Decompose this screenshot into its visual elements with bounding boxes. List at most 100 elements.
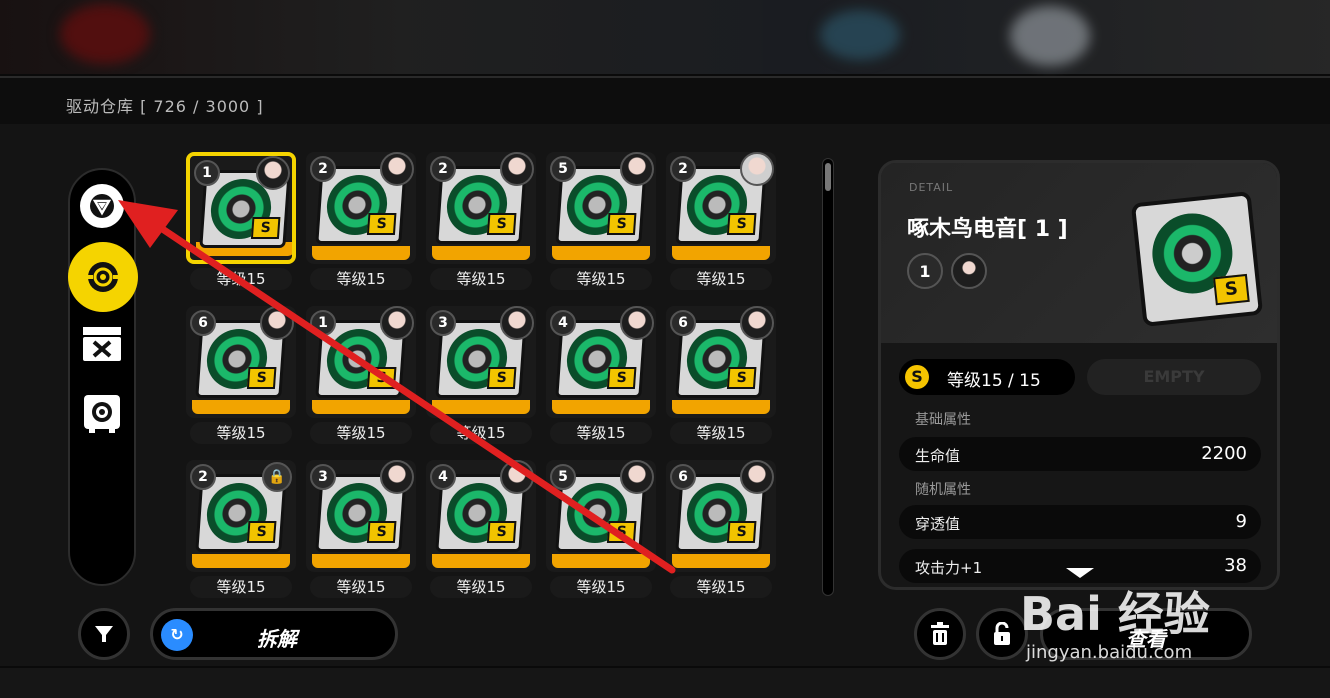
disk-frame: S3 — [306, 460, 416, 572]
drive-disk-card[interactable]: S 3 等级15 — [306, 460, 416, 598]
slot-number-badge: 1 — [310, 310, 336, 336]
disk-level-label: 等级15 — [550, 422, 652, 444]
panel-header: 驱动仓库 [ 726 / 3000 ] — [0, 78, 1330, 124]
drive-disk-card[interactable]: S 2 等级15 — [306, 152, 416, 290]
disk-level-label: 等级15 — [310, 268, 412, 290]
disk-level-label: 等级15 — [310, 422, 412, 444]
agent-avatar — [500, 152, 534, 186]
stat-value: 2200 — [1201, 443, 1247, 464]
drive-disk-card[interactable]: S 1 等级15 — [306, 306, 416, 444]
disk-level-label: 等级15 — [670, 268, 772, 290]
disk-artwork: S — [1130, 191, 1264, 327]
slot-number-badge: 1 — [194, 160, 220, 186]
grid-scrollbar[interactable] — [822, 158, 834, 596]
trash-icon — [931, 622, 949, 645]
rank-tag: S — [246, 367, 277, 389]
equipped-agent-avatar[interactable] — [951, 253, 987, 289]
agent-avatar — [380, 460, 414, 494]
watermark-url: jingyan.baidu.com — [1026, 642, 1193, 663]
drive-disk-card[interactable]: S 3 等级15 — [426, 306, 536, 444]
sidebar-item-all[interactable] — [80, 184, 124, 228]
category-sidebar — [68, 168, 138, 586]
slot-number-badge: 4 — [550, 310, 576, 336]
disk-frame: S1 — [306, 306, 416, 418]
disk-base-bar — [312, 400, 410, 414]
disk-frame: S4 — [426, 460, 536, 572]
sidebar-item-drive-disks[interactable] — [68, 242, 138, 312]
drive-disk-card[interactable]: S 6 等级15 — [666, 460, 776, 598]
disk-frame: S5 — [546, 460, 656, 572]
detail-panel: DETAIL 啄木鸟电音[ 1 ] 1 S S 等级15 / 15 EMPTY … — [878, 160, 1280, 590]
disk-frame: S2 — [666, 152, 776, 264]
drive-disk-card[interactable]: S 2 等级15 — [666, 152, 776, 290]
rank-tag: S — [1213, 273, 1250, 306]
disk-slot-icon — [87, 262, 119, 292]
disk-base-bar — [672, 400, 770, 414]
disk-base-bar — [552, 400, 650, 414]
agent-avatar — [620, 460, 654, 494]
disk-base-bar — [312, 246, 410, 260]
disk-frame: S4 — [546, 306, 656, 418]
disk-level-label: 等级15 — [550, 576, 652, 598]
disk-frame: S2 — [306, 152, 416, 264]
disk-level-label: 等级15 — [190, 268, 292, 290]
page-title: 驱动仓库 [ 726 / 3000 ] — [66, 97, 264, 116]
trash-button[interactable] — [914, 608, 966, 660]
level-pill: S 等级15 / 15 — [899, 359, 1075, 395]
disk-name: 啄木鸟电音[ 1 ] — [907, 217, 1068, 242]
slot-number-badge: 4 — [430, 464, 456, 490]
rank-tag: S — [366, 521, 397, 543]
grid-scrollbar-thumb[interactable] — [825, 163, 831, 191]
level-text: 等级15 / 15 — [947, 371, 1041, 391]
disk-level-label: 等级15 — [430, 422, 532, 444]
baidu-watermark: Bai 经验 jingyan.baidu.com — [1010, 578, 1280, 668]
rank-tag: S — [606, 521, 637, 543]
agent-avatar — [500, 460, 534, 494]
drive-disk-card[interactable]: S 1 等级15 — [186, 152, 296, 290]
slot-number-badge: 1 — [907, 253, 943, 289]
agent-avatar — [260, 306, 294, 340]
drive-disk-card[interactable]: S 2 等级15 — [426, 152, 536, 290]
disk-base-bar — [432, 246, 530, 260]
slot-number-badge: 3 — [430, 310, 456, 336]
drive-disk-card[interactable]: S 6 等级15 — [666, 306, 776, 444]
slot-number-badge: 5 — [550, 464, 576, 490]
drive-disk-card[interactable]: S 4 等级15 — [426, 460, 536, 598]
sidebar-item-storage[interactable] — [80, 392, 124, 436]
agent-avatar — [740, 152, 774, 186]
slot-number-badge: 6 — [190, 310, 216, 336]
stat-value: 38 — [1224, 555, 1247, 576]
scroll-more-caret-icon[interactable] — [1066, 568, 1094, 578]
disk-frame: S6 — [666, 306, 776, 418]
slot-number-badge: 2 — [430, 156, 456, 182]
disk-level-label: 等级15 — [550, 268, 652, 290]
agent-avatar — [740, 460, 774, 494]
disk-level-label: 等级15 — [310, 576, 412, 598]
agent-avatar — [620, 152, 654, 186]
rank-tag: S — [726, 367, 757, 389]
sidebar-item-materials[interactable] — [80, 322, 124, 366]
crossed-tools-icon — [83, 327, 121, 361]
slot-number-badge: 6 — [670, 464, 696, 490]
agent-avatar — [500, 306, 534, 340]
disk-base-bar — [552, 554, 650, 568]
drive-disk-card[interactable]: S 6 等级15 — [186, 306, 296, 444]
drive-disk-card[interactable]: S 5 等级15 — [546, 460, 656, 598]
decompose-button[interactable]: ↻ 拆解 — [150, 608, 398, 660]
disk-level-label: 等级15 — [430, 576, 532, 598]
disk-base-bar — [192, 400, 290, 414]
rank-tag: S — [606, 213, 637, 235]
drive-disk-card[interactable]: S 5 等级15 — [546, 152, 656, 290]
disk-level-label: 等级15 — [190, 422, 292, 444]
disk-base-bar — [432, 554, 530, 568]
slot-number-badge: 2 — [670, 156, 696, 182]
drive-disk-card[interactable]: S 2 🔒 等级15 — [186, 460, 296, 598]
triangle-sigil-icon — [90, 194, 114, 218]
rank-tag: S — [246, 521, 277, 543]
disk-frame: S3 — [426, 306, 536, 418]
filter-button[interactable] — [78, 608, 130, 660]
drive-disk-card[interactable]: S 4 等级15 — [546, 306, 656, 444]
stat-value: 9 — [1235, 511, 1247, 532]
disk-level-label: 等级15 — [670, 422, 772, 444]
disk-frame: S2 — [426, 152, 536, 264]
